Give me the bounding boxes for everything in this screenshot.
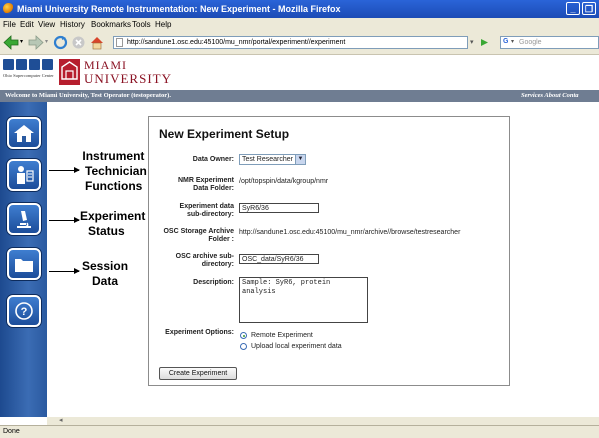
menu-file[interactable]: File — [3, 20, 16, 29]
back-arrow-icon[interactable] — [3, 35, 19, 50]
horizontal-scrollbar[interactable]: ◂ — [47, 417, 599, 425]
window-title: Miami University Remote Instrumentation:… — [17, 4, 341, 14]
navigation-toolbar: ▾ ▾ http://sandune1.osc.edu:45100/mu_nmr… — [0, 32, 599, 55]
menu-bookmarks[interactable]: Bookmarks — [91, 20, 131, 29]
restore-button[interactable]: ❐ — [582, 2, 596, 15]
help-icon: ? — [15, 302, 33, 320]
select-arrow-icon: ▼ — [295, 155, 305, 164]
nmr-folder-value: /opt/topspin/data/kgroup/nmr — [239, 178, 329, 185]
help-button[interactable]: ? — [7, 295, 41, 327]
annotation-session: Session Data — [82, 259, 129, 288]
home-button[interactable] — [7, 117, 41, 149]
house-icon — [14, 125, 34, 142]
menu-help[interactable]: Help — [155, 20, 171, 29]
upload-data-radio[interactable] — [240, 343, 247, 350]
search-input[interactable]: G ▾ Google — [500, 36, 599, 49]
osc-storage-label: OSC Storage Archive Folder : — [163, 228, 234, 243]
experiment-status-button[interactable] — [7, 203, 41, 235]
folder-icon — [15, 259, 33, 272]
forward-dropdown-icon[interactable]: ▾ — [45, 38, 48, 45]
session-data-button[interactable] — [7, 248, 41, 280]
go-icon[interactable] — [480, 38, 489, 47]
subdir-input[interactable]: SyR6/36 — [239, 203, 319, 213]
minimize-button[interactable]: _ — [566, 2, 580, 15]
status-text: Done — [3, 428, 20, 435]
remote-experiment-label: Remote Experiment — [251, 332, 313, 339]
instrument-technician-button[interactable] — [7, 159, 41, 191]
technician-icon — [17, 166, 34, 184]
subdir-label: Experiment data sub-directory: — [179, 203, 234, 218]
create-experiment-button[interactable]: Create Experiment — [159, 367, 237, 380]
page-icon — [116, 38, 123, 47]
page-header: Ohio Supercomputer Center MIAMI UNIVERSI… — [0, 55, 599, 90]
upload-data-label: Upload local experiment data — [251, 343, 342, 350]
stop-icon[interactable] — [71, 35, 86, 50]
data-owner-select[interactable]: Test Researcher ▼ — [239, 154, 306, 165]
nmr-folder-label: NMR Experiment Data Folder: — [177, 177, 234, 192]
menu-history[interactable]: History — [60, 20, 85, 29]
arrow-session — [49, 268, 80, 274]
description-textarea[interactable]: Sample: SyR6, protein analysis — [239, 277, 368, 323]
top-links[interactable]: Services About Conta — [521, 92, 579, 99]
back-dropdown-icon[interactable]: ▾ — [20, 38, 23, 45]
url-bar[interactable]: http://sandune1.osc.edu:45100/mu_nmr/por… — [113, 36, 468, 49]
miami-seal-icon — [59, 59, 80, 85]
svg-text:?: ? — [21, 306, 28, 318]
google-icon: G — [503, 38, 509, 45]
welcome-text: Welcome to Miami University, Test Operat… — [5, 92, 171, 99]
menu-view[interactable]: View — [38, 20, 55, 29]
annotation-experiment: Experiment Status — [80, 209, 146, 238]
annotation-instrument: Instrument Technician Functions — [82, 149, 147, 193]
arrow-instrument — [49, 167, 80, 173]
search-engine-dropdown-icon[interactable]: ▾ — [511, 38, 514, 45]
url-dropdown-icon[interactable]: ▾ — [470, 38, 474, 46]
remote-experiment-radio[interactable] — [240, 332, 247, 339]
menu-tools[interactable]: Tools — [132, 20, 151, 29]
firefox-logo-icon — [3, 3, 14, 14]
window-titlebar: Miami University Remote Instrumentation:… — [0, 0, 599, 18]
reload-icon[interactable] — [53, 35, 68, 50]
miami-logo: MIAMI UNIVERSITY — [59, 57, 179, 89]
osc-caption: Ohio Supercomputer Center — [3, 73, 54, 78]
status-bar: Done — [0, 425, 599, 438]
data-owner-label: Data Owner: — [192, 156, 234, 163]
experiment-setup-panel: New Experiment Setup Data Owner: Test Re… — [148, 116, 510, 386]
form-title: New Experiment Setup — [159, 127, 290, 141]
osc-archive-label: OSC archive sub-directory: — [175, 253, 234, 268]
description-label: Description: — [193, 279, 234, 286]
options-label: Experiment Options: — [165, 329, 234, 336]
microscope-icon — [17, 211, 31, 228]
left-sidebar: ? — [0, 102, 47, 417]
osc-archive-input[interactable]: OSC_data/SyR6/36 — [239, 254, 319, 264]
osc-logo: Ohio Supercomputer Center — [3, 59, 55, 89]
miami-line2: UNIVERSITY — [84, 71, 172, 86]
osc-storage-value: http://sandune1.osc.edu:45100/mu_nmr/arc… — [239, 229, 461, 236]
forward-arrow-icon[interactable] — [28, 35, 44, 50]
welcome-bar: Welcome to Miami University, Test Operat… — [0, 90, 599, 102]
menu-edit[interactable]: Edit — [20, 20, 34, 29]
arrow-experiment — [49, 217, 80, 223]
menu-bar: File Edit View History Bookmarks Tools H… — [0, 18, 599, 32]
home-icon[interactable] — [89, 35, 105, 50]
scroll-left-icon[interactable]: ◂ — [59, 416, 63, 424]
